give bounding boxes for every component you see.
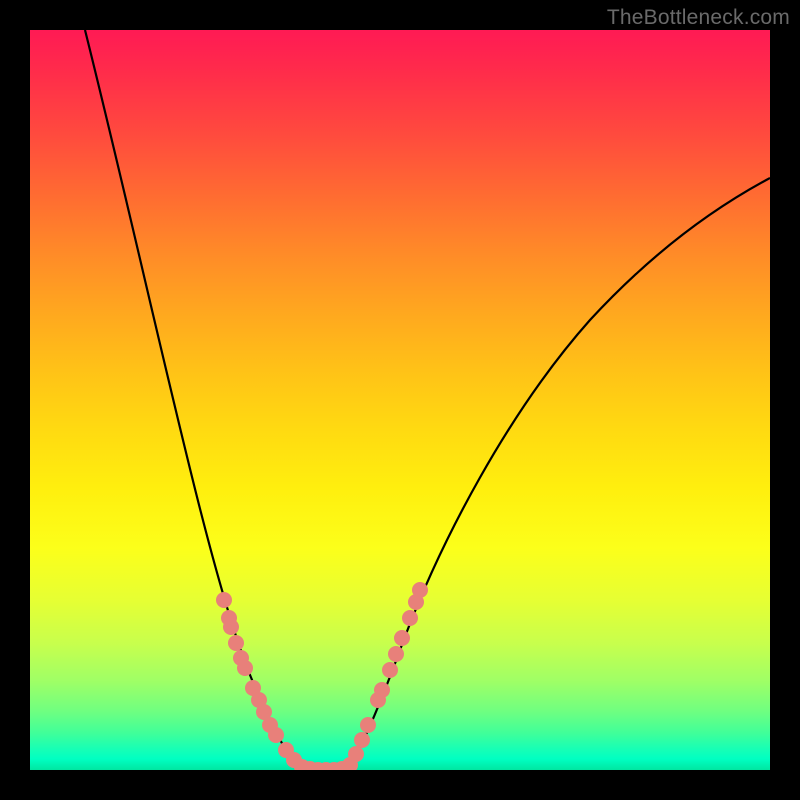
data-marker bbox=[388, 646, 404, 662]
data-marker bbox=[412, 582, 428, 598]
data-marker bbox=[402, 610, 418, 626]
plot-area bbox=[30, 30, 770, 770]
data-marker bbox=[268, 727, 284, 743]
watermark-text: TheBottleneck.com bbox=[607, 6, 790, 30]
data-marker bbox=[223, 619, 239, 635]
data-marker bbox=[354, 732, 370, 748]
chart-svg bbox=[30, 30, 770, 770]
left-curve bbox=[85, 30, 302, 770]
data-marker bbox=[382, 662, 398, 678]
data-marker bbox=[228, 635, 244, 651]
marker-group bbox=[216, 582, 428, 770]
data-marker bbox=[360, 717, 376, 733]
chart-container: TheBottleneck.com bbox=[0, 0, 800, 800]
right-curve bbox=[348, 178, 770, 770]
data-marker bbox=[216, 592, 232, 608]
data-marker bbox=[394, 630, 410, 646]
data-marker bbox=[237, 660, 253, 676]
data-marker bbox=[348, 746, 364, 762]
data-marker bbox=[374, 682, 390, 698]
